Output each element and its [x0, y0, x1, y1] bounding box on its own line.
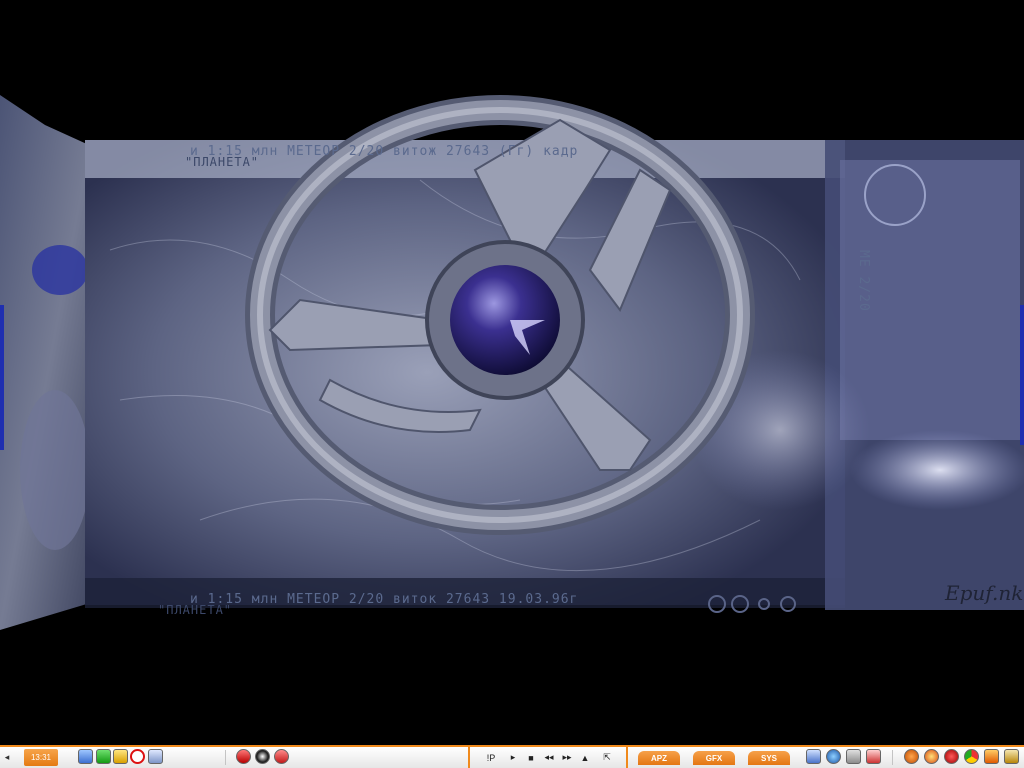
- taskbar-clock[interactable]: 13:31: [24, 749, 58, 766]
- recycle-icon[interactable]: [96, 749, 111, 764]
- play-button[interactable]: ▸: [506, 749, 520, 766]
- tab-gfx[interactable]: GFX: [693, 751, 735, 765]
- app-group-icon[interactable]: [274, 749, 289, 764]
- tab-sys[interactable]: SYS: [748, 751, 790, 765]
- hud-bottom-subtext: "ПЛАНЕТА": [158, 603, 232, 617]
- taskbar-scroll-left-button[interactable]: ◂: [2, 749, 12, 766]
- tray-separator: [892, 750, 893, 765]
- artist-signature: Epuf.nk: [944, 581, 1023, 605]
- media-control-panel: !P ▸ ■ ◂◂ ▸▸ ▲ ⇱: [468, 747, 628, 768]
- pencil-icon[interactable]: [113, 749, 128, 764]
- globe-icon[interactable]: [826, 749, 841, 764]
- app-eye-icon[interactable]: [255, 749, 270, 764]
- hud-top-subtext: "ПЛАНЕТА": [185, 155, 259, 169]
- opera-icon[interactable]: [944, 749, 959, 764]
- key-icon[interactable]: [1004, 749, 1019, 764]
- app-red-icon[interactable]: [236, 749, 251, 764]
- playlist-button[interactable]: !P: [484, 749, 498, 766]
- network-icon[interactable]: [78, 749, 93, 764]
- sound-icon[interactable]: [806, 749, 821, 764]
- stop-button[interactable]: ■: [524, 749, 538, 766]
- hud-bottom-text: и 1:15 млн МЕТЕОР 2/20 виток 27643 19.03…: [190, 592, 578, 607]
- previous-button[interactable]: ◂◂: [542, 749, 556, 766]
- eject-button[interactable]: ▲: [578, 749, 592, 766]
- chrome-icon[interactable]: [964, 749, 979, 764]
- tools-icon[interactable]: [866, 749, 881, 764]
- disk-icon[interactable]: [846, 749, 861, 764]
- media-icon[interactable]: [924, 749, 939, 764]
- taskbar-separator: [225, 750, 226, 765]
- next-button[interactable]: ▸▸: [560, 749, 574, 766]
- block-icon[interactable]: [130, 749, 145, 764]
- firefox-icon[interactable]: [904, 749, 919, 764]
- taskbar: ◂ 13:31 !P ▸ ■ ◂◂ ▸▸ ▲ ⇱ APZ GFX SYS: [0, 745, 1024, 768]
- tab-apz[interactable]: APZ: [638, 751, 680, 765]
- fire-icon[interactable]: [984, 749, 999, 764]
- media-open-button[interactable]: ⇱: [600, 749, 614, 766]
- side-vertical-text: МЕ 2/20: [856, 250, 871, 312]
- computer-icon[interactable]: [148, 749, 163, 764]
- desktop-wallpaper: и 1:15 млн МЕТЕОР 2/20 витож 27643 (Гг) …: [0, 0, 1024, 745]
